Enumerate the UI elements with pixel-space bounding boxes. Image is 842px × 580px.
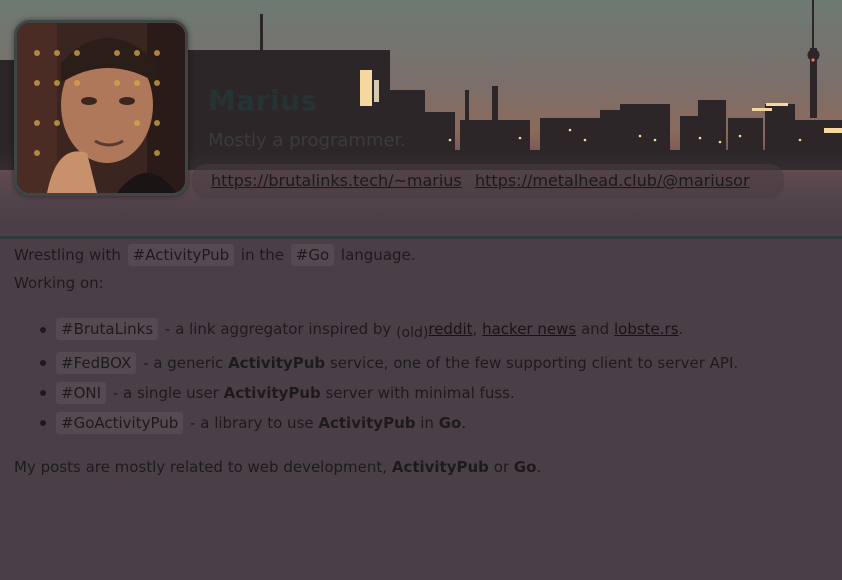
bold-go: Go: [513, 458, 537, 476]
outro-text: My posts are mostly related to web devel…: [14, 458, 388, 476]
list-item-text: and: [580, 320, 610, 338]
working-on-label: Working on:: [14, 274, 104, 292]
list-item-text: - a generic: [143, 354, 224, 372]
list-item-brutalinks: #BrutaLinks - a link aggregator inspired…: [54, 318, 684, 341]
link-reddit[interactable]: reddit: [428, 320, 472, 338]
list-item-oni: #ONI - a single user ActivityPub server …: [54, 382, 515, 404]
bullet-icon: [40, 327, 46, 333]
list-item-text: in: [420, 414, 434, 432]
profile-tagline: Mostly a programmer.: [208, 130, 407, 151]
tag-go[interactable]: #Go: [290, 244, 335, 266]
avatar-photo: [17, 23, 185, 193]
profile-name: Marius: [208, 84, 318, 117]
link-hacker-news[interactable]: hacker news: [482, 320, 576, 338]
tag-activitypub[interactable]: #ActivityPub: [127, 244, 235, 266]
profile-link-brutalinks[interactable]: https://brutalinks.tech/~marius: [211, 171, 462, 190]
intro-text: in the: [240, 246, 284, 264]
list-item-text: server with minimal fuss.: [325, 384, 515, 402]
period: .: [678, 320, 684, 338]
old-label: (old): [396, 325, 429, 341]
header-divider: [0, 236, 842, 239]
tag-fedbox[interactable]: #FedBOX: [56, 352, 137, 374]
list-item-text: - a library to use: [190, 414, 314, 432]
bullet-icon: [40, 360, 46, 366]
outro-text: or: [493, 458, 510, 476]
intro-text: language.: [340, 246, 416, 264]
separator: ,: [472, 320, 478, 338]
bold-activitypub: ActivityPub: [391, 458, 489, 476]
link-lobsters[interactable]: lobste.rs: [614, 320, 679, 338]
profile-link-mastodon[interactable]: https://metalhead.club/@mariusor: [475, 171, 750, 190]
list-item-text: service, one of the few supporting clien…: [329, 354, 739, 372]
bold-activitypub: ActivityPub: [228, 354, 326, 372]
tag-goactivitypub[interactable]: #GoActivityPub: [56, 412, 184, 434]
bold-go: Go: [438, 414, 462, 432]
bio-intro: Wrestling with #ActivityPub in the #Go l…: [14, 244, 416, 266]
tag-brutalinks[interactable]: #BrutaLinks: [56, 318, 159, 340]
list-item-text: - a single user: [112, 384, 219, 402]
bold-activitypub: ActivityPub: [318, 414, 416, 432]
tag-oni[interactable]: #ONI: [56, 382, 107, 404]
period: .: [536, 458, 542, 476]
bullet-icon: [40, 420, 46, 426]
intro-text: Wrestling with: [14, 246, 121, 264]
list-item-fedbox: #FedBOX - a generic ActivityPub service,…: [54, 352, 738, 374]
bio-outro: My posts are mostly related to web devel…: [14, 457, 541, 477]
list-item-text: - a link aggregator inspired by: [164, 320, 392, 338]
avatar: [14, 20, 188, 196]
bold-activitypub: ActivityPub: [223, 384, 321, 402]
list-item-goactivitypub: #GoActivityPub - a library to use Activi…: [54, 412, 466, 434]
bullet-icon: [40, 390, 46, 396]
period: .: [461, 414, 467, 432]
